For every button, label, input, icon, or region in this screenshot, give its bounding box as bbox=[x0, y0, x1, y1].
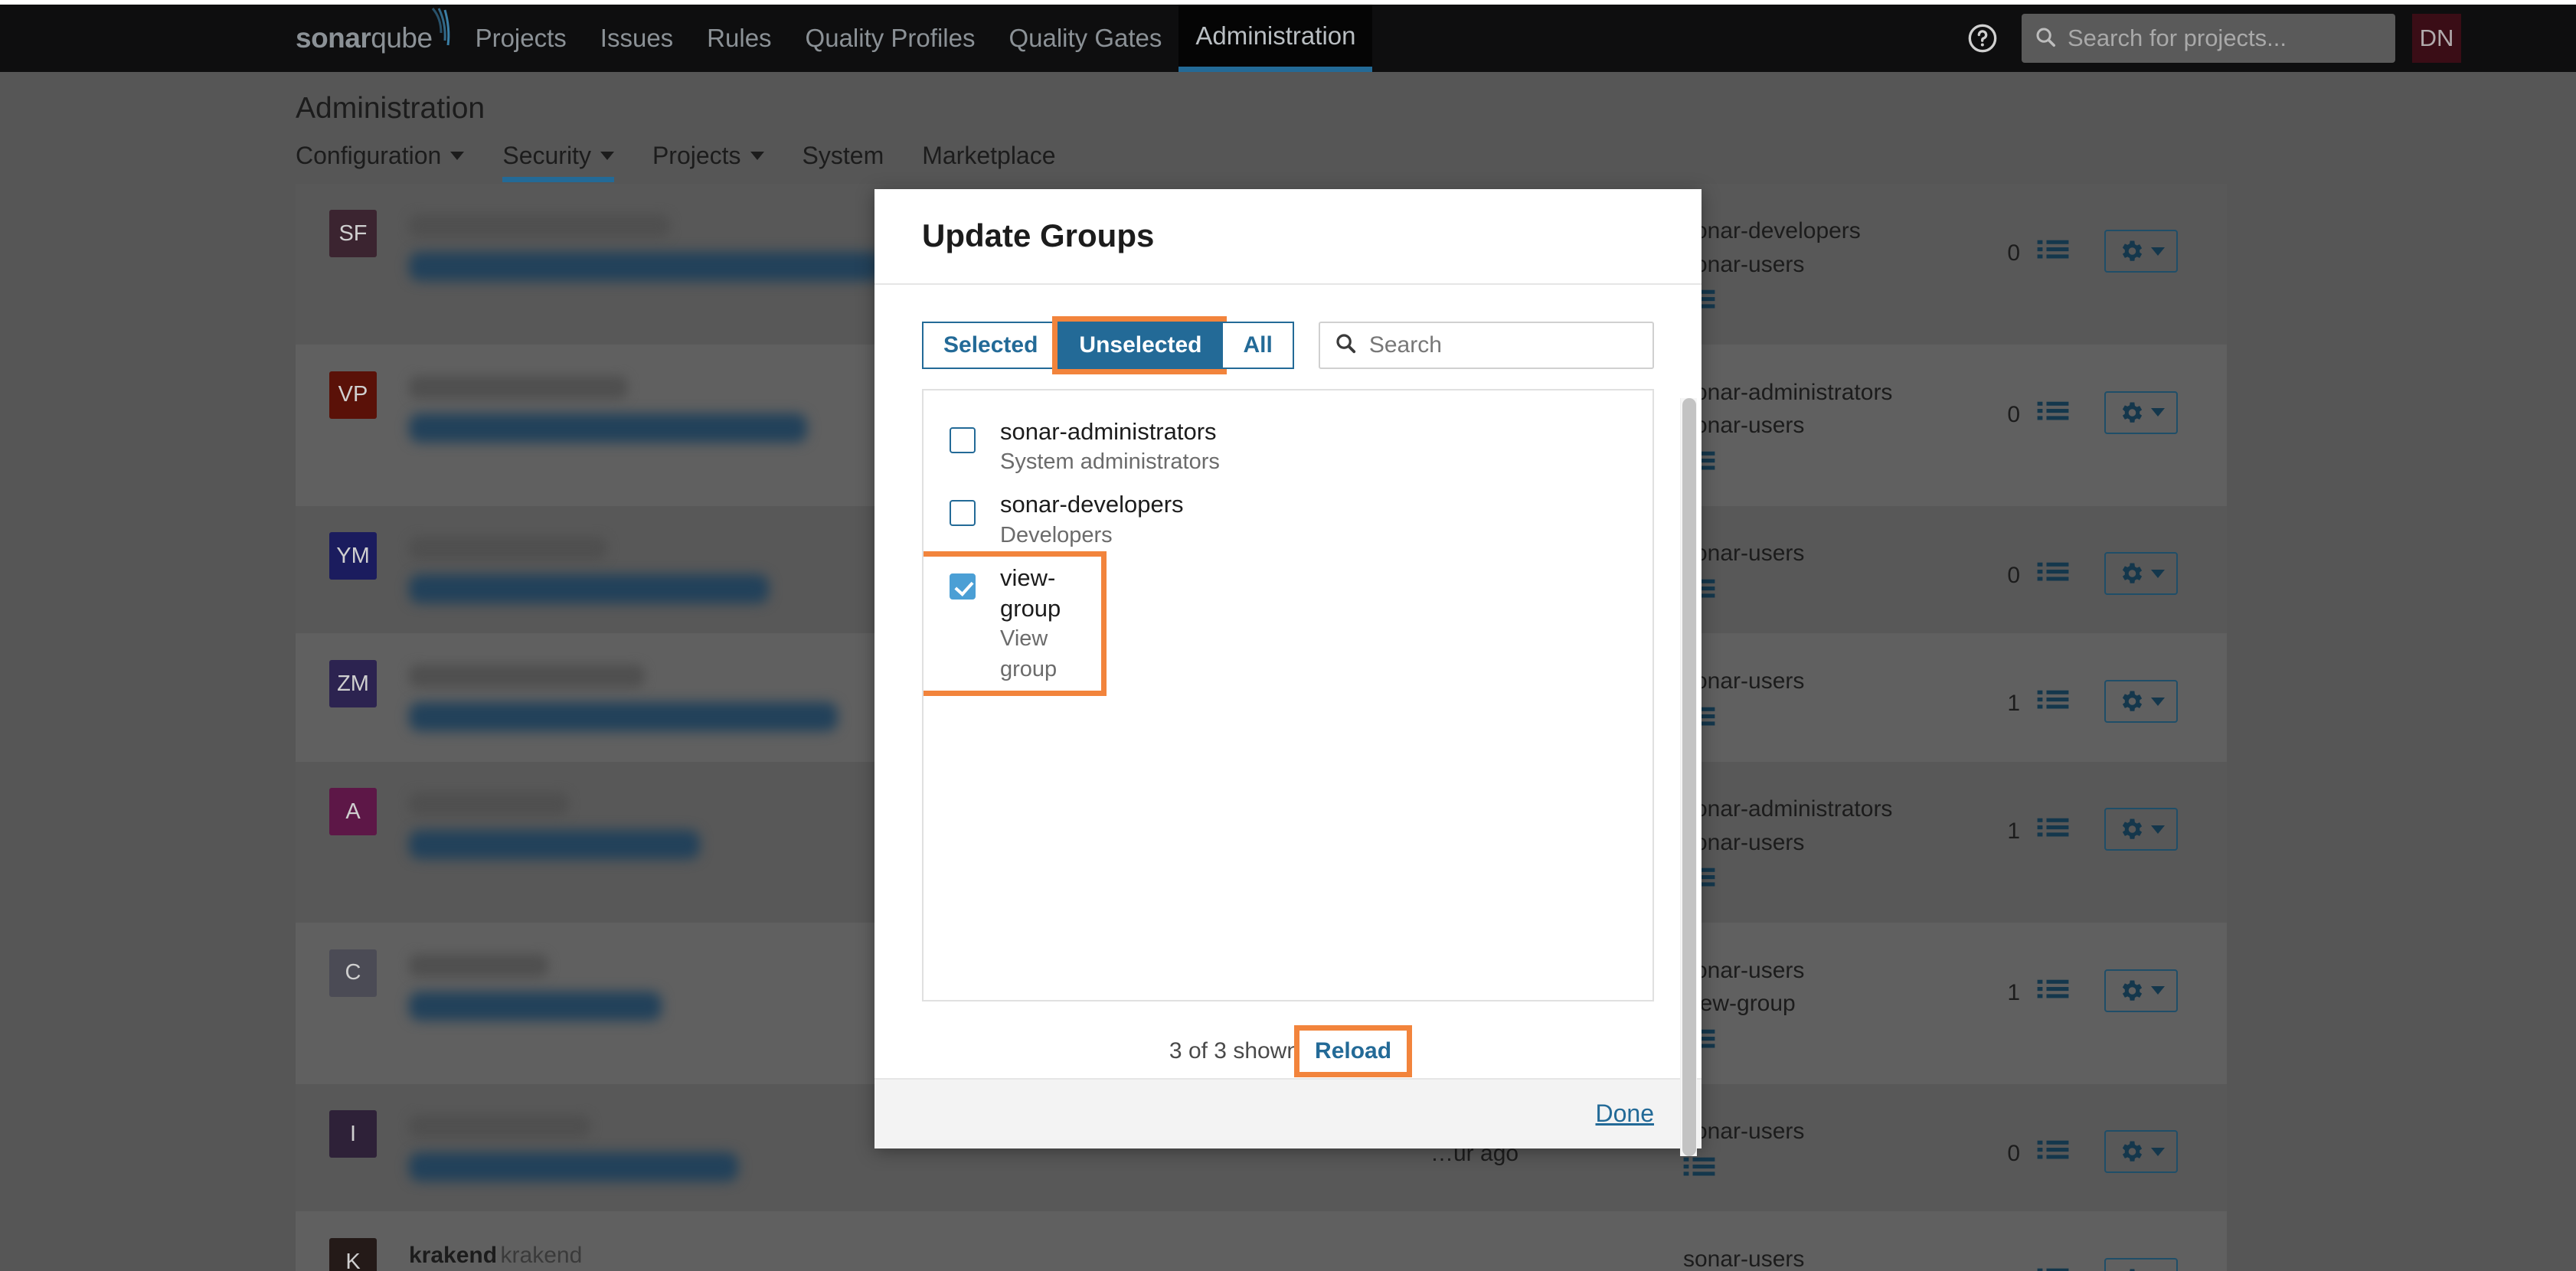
filter-unselected-button[interactable]: Unselected bbox=[1058, 322, 1221, 369]
group-description: View group bbox=[1000, 624, 1101, 684]
reload-button[interactable]: Reload bbox=[1299, 1031, 1407, 1072]
group-list-item[interactable]: sonar-administrators System administrato… bbox=[924, 410, 1652, 483]
group-name: sonar-administrators bbox=[1000, 417, 1220, 447]
group-list-item[interactable]: sonar-developers Developers bbox=[924, 483, 1652, 556]
modal-scrollbar[interactable] bbox=[1680, 398, 1697, 1156]
filter-selected-button[interactable]: Selected bbox=[922, 322, 1058, 369]
modal-scrollbar-thumb[interactable] bbox=[1682, 398, 1696, 1156]
checkbox-icon[interactable] bbox=[950, 427, 976, 453]
group-checkbox-wrap[interactable] bbox=[950, 563, 994, 600]
group-description: System administrators bbox=[1000, 447, 1220, 477]
modal-header: Update Groups bbox=[874, 189, 1702, 285]
group-list-footer: 3 of 3 shown Reload bbox=[922, 1024, 1654, 1078]
modal-title: Update Groups bbox=[922, 217, 1154, 254]
checkbox-checked-icon[interactable] bbox=[950, 573, 976, 600]
modal-body: Selected Unselected All Search bbox=[874, 285, 1702, 1078]
group-name: view-group bbox=[1000, 563, 1101, 625]
app-root: sonarqube Projects Issues Rules Quality … bbox=[0, 0, 2576, 1271]
shown-count-label: 3 of 3 shown bbox=[1169, 1038, 1299, 1064]
update-groups-modal: Update Groups Selected Unselected All Se… bbox=[874, 189, 1702, 1148]
group-text: sonar-administrators System administrato… bbox=[994, 417, 1220, 477]
group-description: Developers bbox=[1000, 521, 1184, 551]
modal-toolbar: Selected Unselected All Search bbox=[922, 322, 1654, 369]
group-name: sonar-developers bbox=[1000, 489, 1184, 520]
modal-footer: Done bbox=[874, 1078, 1702, 1148]
group-list: sonar-administrators System administrato… bbox=[922, 389, 1654, 1001]
search-icon bbox=[1334, 332, 1357, 358]
group-text: sonar-developers Developers bbox=[994, 489, 1184, 550]
group-checkbox-wrap[interactable] bbox=[950, 417, 994, 453]
group-text: view-group View group bbox=[994, 563, 1101, 685]
group-checkbox-wrap[interactable] bbox=[950, 489, 994, 526]
checkbox-icon[interactable] bbox=[950, 500, 976, 526]
filter-all-button[interactable]: All bbox=[1221, 322, 1293, 369]
modal-search-placeholder: Search bbox=[1369, 332, 1442, 358]
modal-search-box[interactable]: Search bbox=[1319, 322, 1654, 369]
group-list-item[interactable]: view-group View group bbox=[924, 557, 1101, 691]
done-button[interactable]: Done bbox=[1596, 1099, 1655, 1128]
filter-segmented-control: Selected Unselected All bbox=[922, 322, 1294, 369]
